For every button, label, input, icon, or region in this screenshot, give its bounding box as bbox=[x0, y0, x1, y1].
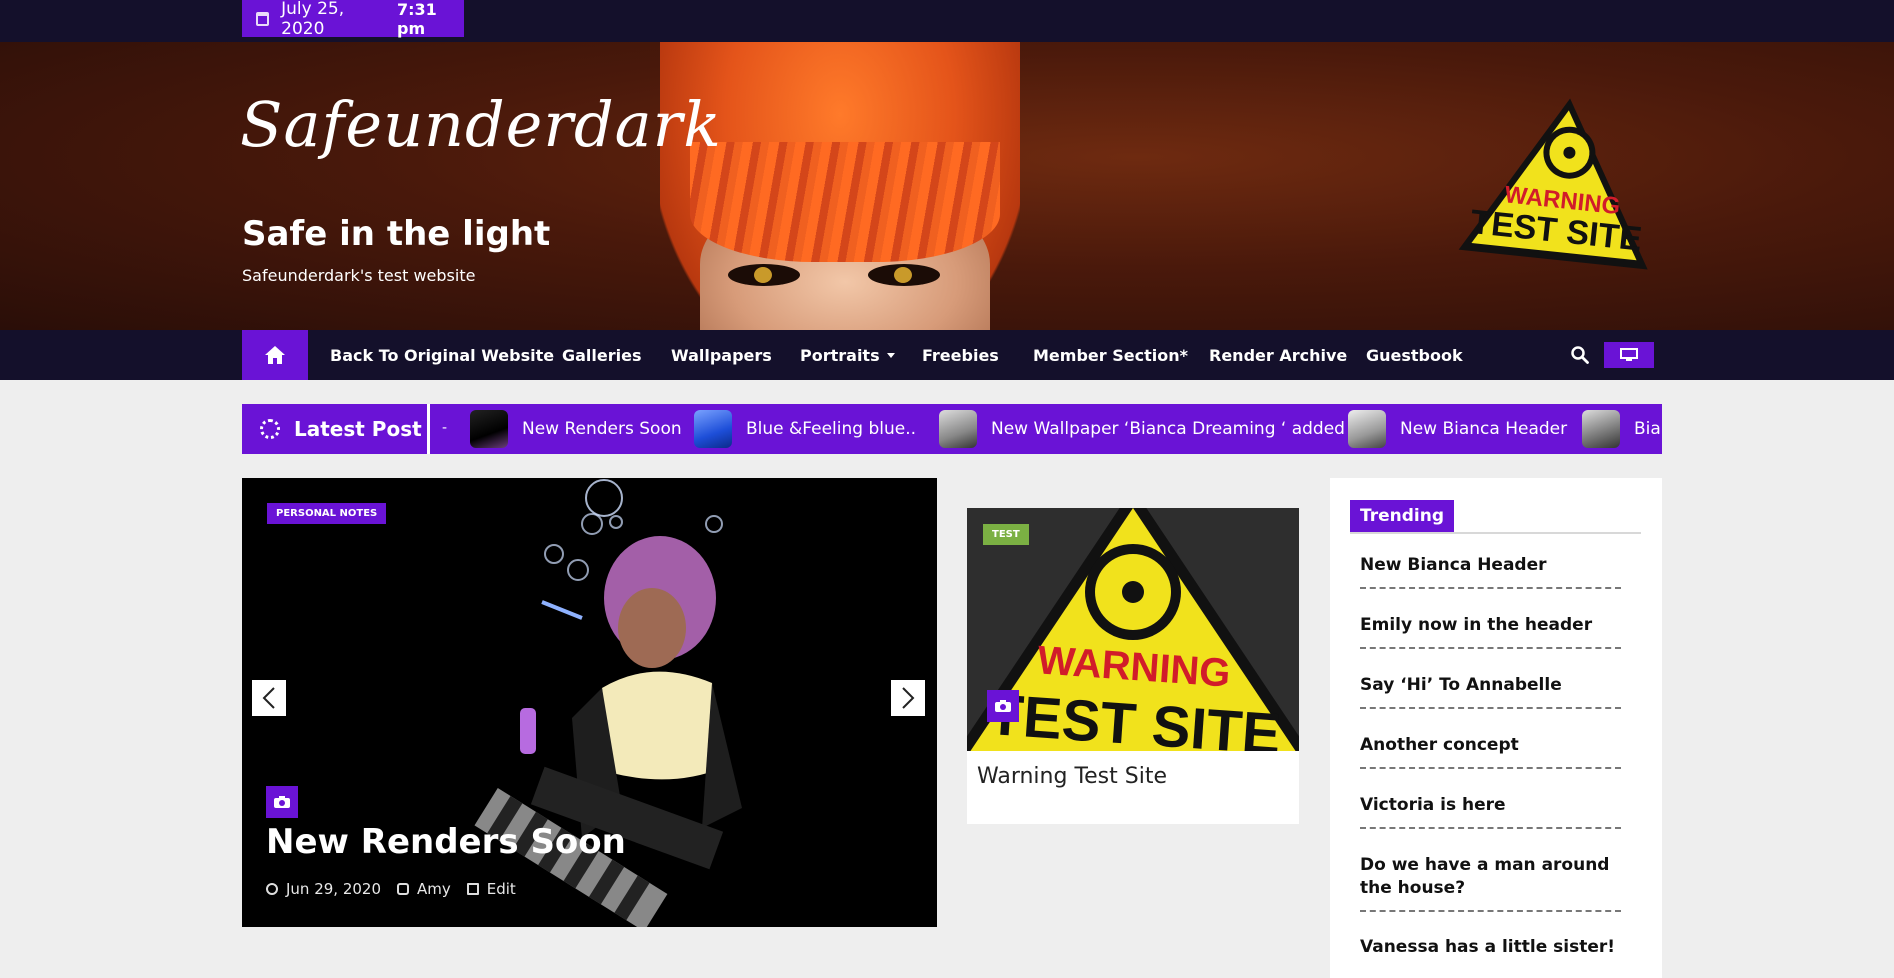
camera-icon bbox=[266, 786, 298, 818]
category-badge[interactable]: PERSONAL NOTES bbox=[267, 503, 387, 524]
ticker-item[interactable]: New Bianca Header bbox=[1348, 404, 1567, 454]
home-icon bbox=[265, 346, 285, 364]
trending-item[interactable]: Another concept bbox=[1360, 734, 1621, 769]
slider-next-button[interactable] bbox=[891, 680, 925, 716]
warning-logo: WARNING TEST SITE bbox=[1456, 90, 1666, 275]
current-date: July 25, 2020 bbox=[281, 0, 345, 39]
top-bar: July 25, 2020 7:31 pm bbox=[0, 0, 1894, 42]
display-toggle-button[interactable] bbox=[1604, 342, 1654, 368]
site-title[interactable]: Safe in the light bbox=[242, 214, 550, 254]
nav-back-to-original[interactable]: Back To Original Website bbox=[330, 330, 554, 380]
post-thumbnail bbox=[1582, 410, 1620, 448]
user-icon bbox=[397, 883, 410, 895]
chevron-left-icon bbox=[262, 687, 275, 709]
chevron-right-icon bbox=[902, 687, 915, 709]
nav-wallpapers[interactable]: Wallpapers bbox=[671, 330, 772, 380]
nav-guestbook[interactable]: Guestbook bbox=[1366, 330, 1463, 380]
ticker-lead: - bbox=[442, 420, 448, 436]
clock-icon bbox=[266, 883, 278, 895]
post-thumbnail bbox=[939, 410, 977, 448]
post-thumbnail bbox=[694, 410, 732, 448]
edit-icon bbox=[466, 883, 479, 895]
trending-item[interactable]: Victoria is here bbox=[1360, 794, 1621, 829]
trending-header: Trending bbox=[1350, 500, 1641, 534]
monitor-icon bbox=[1620, 348, 1638, 361]
camera-icon bbox=[987, 690, 1019, 722]
ticker-item[interactable]: New Wallpaper ‘Bianca Dreaming ‘ added bbox=[939, 404, 1345, 454]
site-header: Safeunderdark Safe in the light Safeunde… bbox=[0, 42, 1894, 330]
featured-post-title[interactable]: New Renders Soon bbox=[266, 822, 626, 862]
post-thumbnail bbox=[470, 410, 508, 448]
current-time: 7:31 pm bbox=[396, 0, 437, 38]
spinner-icon bbox=[260, 419, 280, 439]
trending-item[interactable]: Do we have a man around the house? bbox=[1360, 854, 1621, 912]
search-icon[interactable] bbox=[1571, 346, 1589, 364]
trending-item[interactable]: Emily now in the header bbox=[1360, 614, 1621, 649]
post-date[interactable]: Jun 29, 2020 bbox=[286, 880, 381, 898]
trending-item[interactable]: Vanessa has a little sister! bbox=[1360, 936, 1621, 969]
main-navigation: Back To Original Website Galleries Wallp… bbox=[0, 330, 1894, 380]
featured-slider[interactable]: PERSONAL NOTES New Renders Soon Jun 29, … bbox=[242, 478, 937, 927]
post-author[interactable]: Amy bbox=[417, 880, 451, 898]
latest-post-ticker: Latest Post - New Renders Soon Blue &Fee… bbox=[242, 404, 1662, 454]
post-card-title[interactable]: Warning Test Site bbox=[977, 764, 1167, 789]
featured-post-meta: Jun 29, 2020 Amy Edit bbox=[266, 880, 516, 898]
home-button[interactable] bbox=[242, 330, 308, 380]
nav-member-section[interactable]: Member Section* bbox=[1033, 330, 1188, 380]
chevron-down-icon bbox=[886, 352, 895, 358]
post-card[interactable]: WARNING TEST SITE TEST Warning Test Site bbox=[967, 508, 1299, 824]
ticker-item[interactable]: Bian bbox=[1582, 404, 1662, 454]
site-logo-text[interactable]: Safeunderdark bbox=[240, 88, 722, 161]
date-time-box: July 25, 2020 7:31 pm bbox=[242, 0, 464, 39]
trending-title: Trending bbox=[1350, 500, 1455, 532]
post-edit-link[interactable]: Edit bbox=[487, 880, 516, 898]
calendar-icon bbox=[256, 11, 270, 26]
nav-render-archive[interactable]: Render Archive bbox=[1209, 330, 1347, 380]
trending-item[interactable]: New Bianca Header bbox=[1360, 554, 1621, 589]
site-description: Safeunderdark's test website bbox=[242, 266, 476, 285]
ticker-item[interactable]: New Renders Soon bbox=[470, 404, 682, 454]
latest-post-label: Latest Post bbox=[242, 404, 430, 454]
ticker-item[interactable]: Blue &Feeling blue.. bbox=[694, 404, 916, 454]
nav-freebies[interactable]: Freebies bbox=[922, 330, 999, 380]
nav-portraits[interactable]: Portraits bbox=[800, 330, 895, 380]
trending-widget: Trending New Bianca Header Emily now in … bbox=[1330, 478, 1662, 978]
nav-galleries[interactable]: Galleries bbox=[562, 330, 642, 380]
category-badge[interactable]: TEST bbox=[983, 524, 1029, 545]
post-thumbnail bbox=[1348, 410, 1386, 448]
trending-item[interactable]: Say ‘Hi’ To Annabelle bbox=[1360, 674, 1621, 709]
slider-prev-button[interactable] bbox=[252, 680, 286, 716]
